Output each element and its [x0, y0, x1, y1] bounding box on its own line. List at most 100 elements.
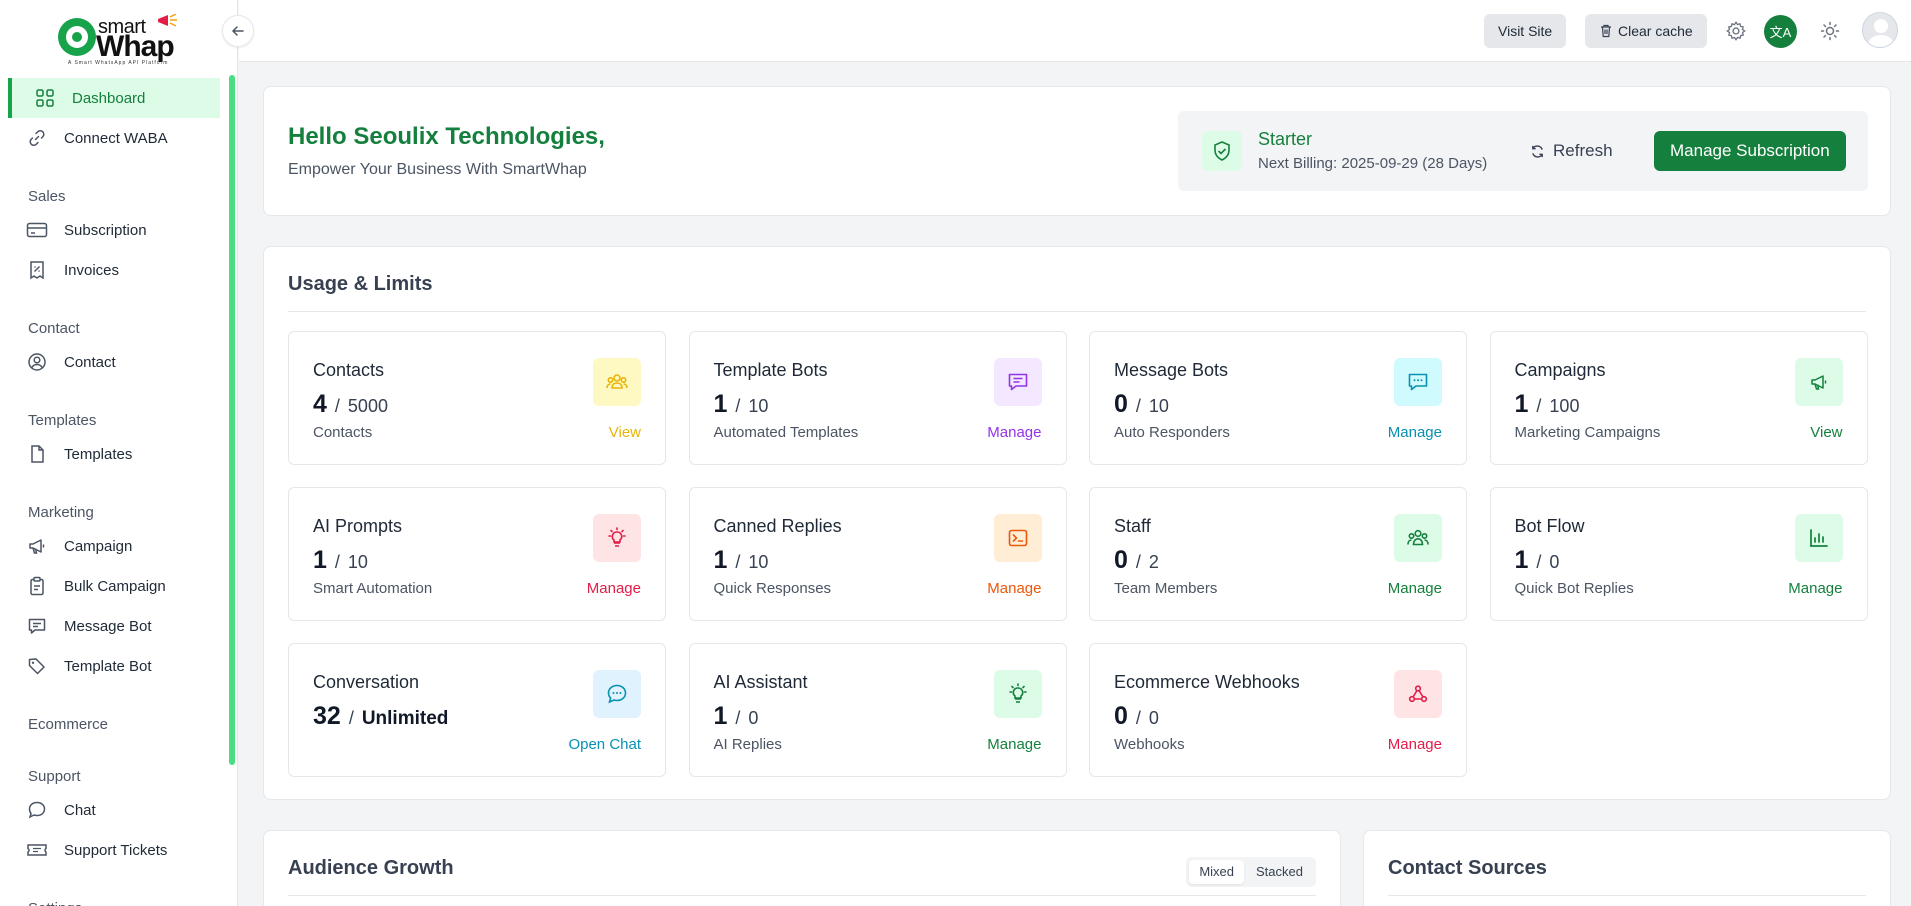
brand-logo[interactable]: smart Whap A Smart WhatsApp API Platform	[58, 14, 178, 68]
sidebar-item-connect-waba[interactable]: Connect WABA	[8, 118, 220, 158]
stat-card-template-bots: Template Bots 1 / 10 Automated Templates Mana…	[688, 331, 1067, 465]
sidebar-collapse-button[interactable]	[222, 15, 254, 47]
stat-title: Message Bots	[1114, 360, 1229, 380]
stat-card-ai-prompts: AI Prompts 1 / 10 Smart Automation Manage	[288, 487, 666, 621]
grid-icon	[34, 87, 56, 109]
stat-card-canned-replies: Canned Replies 1 / 10 Quick Responses Manage	[688, 487, 1067, 621]
stat-separator: /	[735, 396, 741, 416]
language-switch-button[interactable]: 文A	[1764, 15, 1797, 48]
stat-action-link[interactable]: Open Chat	[568, 736, 641, 753]
theme-toggle-button[interactable]	[1815, 16, 1845, 46]
stat-card-contacts: Contacts 4 / 5000 Contacts View	[288, 331, 666, 465]
chat-dots-icon	[1394, 358, 1442, 406]
stat-action-link[interactable]: Manage	[1788, 580, 1842, 597]
stat-usage: 1 / 100	[1515, 390, 1580, 419]
chart-icon	[1794, 514, 1843, 562]
stat-usage: 32 / Unlimited	[313, 702, 448, 731]
sidebar-scrollbar[interactable]	[229, 75, 235, 765]
stat-action-link[interactable]: Manage	[587, 580, 641, 597]
sidebar-section-sales: Sales	[28, 188, 66, 205]
sidebar-item-subscription[interactable]: Subscription	[8, 210, 220, 250]
stat-action-link[interactable]: View	[1810, 424, 1842, 441]
sidebar-item-support-tickets[interactable]: Support Tickets	[8, 830, 220, 870]
chat-bubble-icon	[26, 799, 48, 821]
toggle-stacked[interactable]: Stacked	[1246, 860, 1313, 884]
stat-action-link[interactable]: View	[609, 424, 641, 441]
stat-action-link[interactable]: Manage	[987, 424, 1041, 441]
visit-site-button[interactable]: Visit Site	[1484, 14, 1567, 48]
topbar: Visit Site Clear cache 文A	[239, 0, 1911, 62]
stat-action-link[interactable]: Manage	[1388, 736, 1442, 753]
refresh-icon	[1532, 144, 1543, 158]
refresh-button[interactable]: Refresh	[1530, 141, 1613, 161]
manage-subscription-button[interactable]: Manage Subscription	[1654, 131, 1846, 171]
sidebar-section-marketing: Marketing	[28, 504, 94, 521]
stat-limit: 10	[1148, 396, 1169, 416]
toggle-mixed[interactable]: Mixed	[1189, 860, 1245, 884]
usage-limits-card: Usage & Limits Contacts 4 / 5000 Contacts Vie…	[263, 246, 1891, 800]
user-avatar[interactable]	[1862, 12, 1898, 48]
stat-subtitle: Team Members	[1114, 580, 1218, 597]
stat-limit: 5000	[347, 396, 388, 416]
plan-name: Starter	[1258, 129, 1313, 149]
subscription-panel: Starter Next Billing: 2025-09-29 (28 Day…	[1178, 111, 1868, 191]
sidebar-item-label: Template Bot	[64, 657, 152, 675]
stat-title: Campaigns	[1514, 360, 1606, 380]
stat-separator: /	[1135, 552, 1141, 572]
sidebar-item-label: Campaign	[64, 537, 133, 555]
sidebar-item-campaign[interactable]: Campaign	[8, 526, 220, 566]
contact-sources-title: Contact Sources	[1388, 857, 1547, 879]
message-lines-icon	[993, 358, 1042, 406]
sidebar-item-contact[interactable]: Contact	[8, 342, 220, 382]
sidebar-item-dashboard[interactable]: Dashboard	[8, 78, 220, 118]
sidebar-item-template-bot[interactable]: Template Bot	[8, 646, 220, 686]
stat-usage: 4 / 5000	[313, 390, 388, 419]
sidebar-item-message-bot[interactable]: Message Bot	[8, 606, 220, 646]
stat-action-link[interactable]: Manage	[1388, 424, 1442, 441]
welcome-card: Hello Seoulix Technologies, Empower Your…	[263, 86, 1891, 216]
stat-card-ecommerce-webhooks: Ecommerce Webhooks 0 / 0 Webhooks Manage	[1089, 643, 1467, 777]
audience-growth-card: Audience Growth Mixed Stacked	[263, 830, 1341, 906]
next-billing: Next Billing: 2025-09-29 (28 Days)	[1258, 155, 1488, 172]
shield-check-icon	[1202, 131, 1242, 171]
sidebar-item-label: Templates	[64, 445, 133, 463]
clear-cache-button[interactable]: Clear cache	[1585, 14, 1707, 48]
trash-icon	[1601, 24, 1611, 38]
stat-limit: 2	[1148, 552, 1159, 572]
brand-word-whap: Whap	[96, 30, 175, 63]
bulb-icon	[993, 670, 1042, 718]
stat-card-message-bots: Message Bots 0 / 10 Auto Responders Manage	[1089, 331, 1467, 465]
user-circle-icon	[26, 351, 48, 373]
stat-limit: 10	[748, 396, 769, 416]
sun-icon	[1820, 21, 1840, 41]
terminal-icon	[993, 514, 1042, 562]
sidebar-item-chat[interactable]: Chat	[8, 790, 220, 830]
contact-sources-card: Contact Sources	[1363, 830, 1891, 906]
stat-separator: /	[334, 396, 340, 416]
audience-title: Audience Growth	[288, 857, 454, 879]
users-icon	[593, 358, 641, 406]
settings-button[interactable]	[1721, 16, 1751, 46]
sidebar-item-label: Dashboard	[72, 89, 146, 107]
stat-usage: 0 / 2	[1114, 546, 1159, 575]
sidebar-section-settings: Settings	[28, 900, 82, 906]
chart-mode-toggle: Mixed Stacked	[1186, 857, 1316, 887]
sidebar-item-invoices[interactable]: Invoices	[8, 250, 220, 290]
credit-card-icon	[26, 219, 48, 241]
megaphone-logo-icon	[158, 14, 177, 27]
stat-action-link[interactable]: Manage	[1388, 580, 1442, 597]
sidebar-section-templates: Templates	[28, 412, 97, 429]
stat-usage: 1 / 10	[714, 390, 769, 419]
stat-card-staff: Staff 0 / 2 Team Members Manage	[1089, 487, 1467, 621]
stat-title: Conversation	[313, 672, 420, 692]
sidebar-item-bulk-campaign[interactable]: Bulk Campaign	[8, 566, 220, 606]
stat-used: 1	[713, 702, 728, 730]
divider	[288, 895, 1316, 896]
stat-subtitle: Smart Automation	[313, 580, 433, 597]
stat-action-link[interactable]: Manage	[987, 736, 1041, 753]
sidebar-item-label: Contact	[64, 353, 116, 371]
stat-limit: 0	[1148, 708, 1159, 728]
stat-card-bot-flow: Bot Flow 1 / 0 Quick Bot Replies Manage	[1489, 487, 1868, 621]
sidebar-item-templates[interactable]: Templates	[8, 434, 220, 474]
stat-action-link[interactable]: Manage	[987, 580, 1041, 597]
